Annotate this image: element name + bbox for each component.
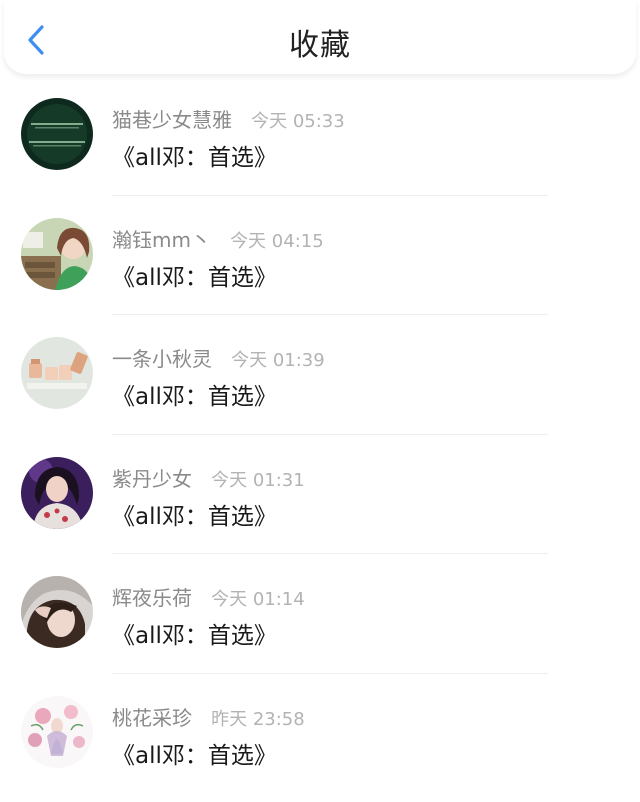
favorites-screen: 收藏 猫巷少女慧雅 今天 05:33 《all邓：首选》 瀚钰mm丶 今天 04… — [0, 0, 640, 802]
avatar — [21, 576, 93, 648]
avatar — [21, 98, 93, 170]
list-item[interactable]: 瀚钰mm丶 今天 04:15 《all邓：首选》 — [0, 196, 640, 315]
user-name[interactable]: 紫丹少女 — [112, 467, 192, 491]
timestamp: 昨天 23:58 — [211, 708, 305, 730]
avatar — [21, 217, 93, 290]
user-name[interactable]: 一条小秋灵 — [112, 347, 212, 371]
timestamp: 今天 05:33 — [251, 111, 345, 132]
page-title: 收藏 — [289, 28, 351, 63]
collection-title[interactable]: 《all邓：首选》 — [112, 258, 277, 292]
collection-title[interactable]: 《all邓：首选》 — [112, 138, 277, 172]
timestamp: 今天 01:31 — [211, 469, 305, 491]
list-item[interactable]: 辉夜乐荷 今天 01:14 《all邓：首选》 — [0, 554, 640, 674]
list-item[interactable]: 桃花采珍 昨天 23:58 《all邓：首选》 — [0, 674, 640, 794]
top-bar: 收藏 — [4, 0, 636, 74]
list-item[interactable]: 一条小秋灵 今天 01:39 《all邓：首选》 — [0, 315, 640, 435]
timestamp: 今天 04:15 — [230, 230, 324, 252]
list-item[interactable]: 猫巷少女慧雅 今天 05:33 《all邓：首选》 — [0, 76, 640, 196]
avatar — [21, 695, 93, 768]
list-item[interactable]: 紫丹少女 今天 01:31 《all邓：首选》 — [0, 435, 640, 554]
user-name[interactable]: 瀚钰mm丶 — [112, 228, 211, 252]
collection-title[interactable]: 《all邓：首选》 — [112, 497, 277, 531]
collection-title[interactable]: 《all邓：首选》 — [112, 616, 277, 650]
avatar — [21, 456, 93, 529]
favorites-list: 猫巷少女慧雅 今天 05:33 《all邓：首选》 瀚钰mm丶 今天 04:15… — [0, 76, 640, 793]
collection-title[interactable]: 《all邓：首选》 — [112, 736, 277, 770]
timestamp: 今天 01:14 — [211, 589, 305, 610]
timestamp: 今天 01:39 — [231, 350, 325, 371]
collection-title[interactable]: 《all邓：首选》 — [112, 377, 277, 411]
user-name[interactable]: 桃花采珍 — [112, 706, 192, 730]
user-name[interactable]: 猫巷少女慧雅 — [112, 108, 232, 132]
avatar — [21, 337, 93, 409]
user-name[interactable]: 辉夜乐荷 — [112, 586, 192, 610]
